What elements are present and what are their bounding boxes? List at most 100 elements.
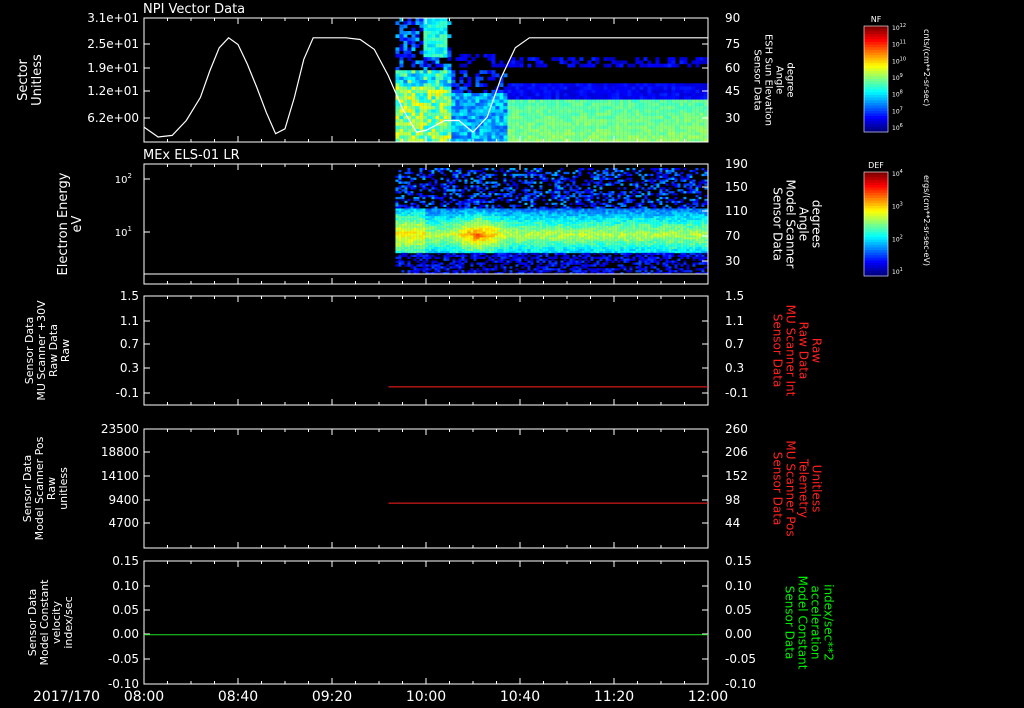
heatmap-cell <box>608 194 612 198</box>
heatmap-cell <box>473 185 477 188</box>
heatmap-cell <box>639 106 644 110</box>
heatmap-cell <box>611 132 616 136</box>
heatmap-cell <box>699 119 704 123</box>
heatmap-cell <box>631 106 636 110</box>
heatmap-cell <box>519 60 524 65</box>
heatmap-cell <box>521 181 525 184</box>
heatmap-cell <box>579 89 584 94</box>
heatmap-cell <box>593 193 597 196</box>
heatmap-cell <box>467 189 471 192</box>
heatmap-cell <box>554 196 558 200</box>
heatmap-cell <box>632 250 636 254</box>
heatmap-cell <box>470 200 474 204</box>
heatmap-cell <box>494 256 498 259</box>
heatmap-cell <box>643 89 648 94</box>
heatmap-cell <box>615 99 620 104</box>
heatmap-cell <box>443 47 448 52</box>
heatmap-cell <box>443 40 448 45</box>
heatmap-cell <box>605 183 609 186</box>
heatmap-cell <box>551 119 556 123</box>
heatmap-cell <box>435 93 440 97</box>
heatmap-cell <box>507 125 512 130</box>
heatmap-cell <box>503 181 507 184</box>
heatmap-cell <box>437 270 441 273</box>
heatmap-cell <box>519 125 524 130</box>
heatmap-cell <box>483 135 488 140</box>
heatmap-cell <box>461 194 465 198</box>
heatmap-cell <box>667 96 672 101</box>
heatmap-cell <box>443 96 448 101</box>
heatmap-cell <box>416 260 420 263</box>
heatmap-cell <box>575 106 580 110</box>
heatmap-cell <box>687 128 692 133</box>
heatmap-cell <box>431 119 436 123</box>
heatmap-cell <box>411 89 416 94</box>
heatmap-cell <box>679 106 684 110</box>
heatmap-cell <box>435 70 440 74</box>
heatmap-cell <box>461 175 465 179</box>
heatmap-cell <box>607 132 612 136</box>
heatmap-cell <box>487 76 492 81</box>
heatmap-cell <box>607 115 612 120</box>
heatmap-cell <box>407 80 412 84</box>
heatmap-cell <box>451 76 456 81</box>
heatmap-cell <box>431 135 436 140</box>
heatmap-cell <box>395 196 399 200</box>
heatmap-cell <box>401 204 405 207</box>
heatmap-cell <box>483 102 488 107</box>
heatmap-cell <box>524 252 528 256</box>
heatmap-cell <box>476 175 480 179</box>
heatmap-cell <box>487 93 492 97</box>
heatmap-cell <box>446 258 450 261</box>
heatmap-cell <box>500 193 504 196</box>
heatmap-cell <box>663 119 668 123</box>
heatmap-cell <box>629 179 633 182</box>
heatmap-cell <box>459 99 464 104</box>
heatmap-cell <box>483 89 488 94</box>
heatmap-cell <box>449 183 453 186</box>
heatmap-cell <box>583 115 588 120</box>
heatmap-cell <box>671 128 676 133</box>
heatmap-cell <box>547 112 552 117</box>
heatmap-cell <box>579 57 584 61</box>
heatmap-cell <box>479 191 483 194</box>
heatmap-cell <box>449 189 453 192</box>
heatmap-cell <box>599 264 603 267</box>
heatmap-cell <box>423 106 428 110</box>
heatmap-cell <box>699 128 704 133</box>
heatmap-cell <box>483 70 488 74</box>
heatmap-cell <box>443 70 448 74</box>
heatmap-cell <box>593 252 597 256</box>
heatmap-cell <box>587 260 591 263</box>
heatmap-cell <box>455 93 460 97</box>
heatmap-cell <box>407 125 412 130</box>
heatmap-cell <box>643 125 648 130</box>
heatmap-cell <box>533 198 537 202</box>
heatmap-cell <box>458 250 462 254</box>
heatmap-cell <box>596 169 600 173</box>
heatmap-cell <box>475 102 480 107</box>
heatmap-cell <box>497 260 501 263</box>
heatmap-cell <box>535 83 540 88</box>
heatmap-cell <box>399 112 404 117</box>
heatmap-cell <box>455 260 459 263</box>
heatmap-cell <box>615 115 620 120</box>
heatmap-cell <box>607 135 612 140</box>
heatmap-cell <box>567 57 572 61</box>
heatmap-cell <box>506 169 510 173</box>
heatmap-cell <box>619 115 624 120</box>
heatmap-cell <box>491 112 496 117</box>
heatmap-cell <box>619 89 624 94</box>
heatmap-cell <box>571 83 576 88</box>
heatmap-cell <box>617 250 621 254</box>
heatmap-cell <box>519 99 524 104</box>
heatmap-cell <box>455 254 459 258</box>
heatmap-cell <box>647 96 652 101</box>
heatmap-cell <box>599 119 604 123</box>
heatmap-cell <box>416 193 420 196</box>
heatmap-cell <box>615 60 620 65</box>
y-tick-label: 1.9e+01 <box>87 61 139 75</box>
heatmap-cell <box>632 189 636 192</box>
heatmap-cell <box>567 106 572 110</box>
heatmap-cell <box>503 270 507 273</box>
